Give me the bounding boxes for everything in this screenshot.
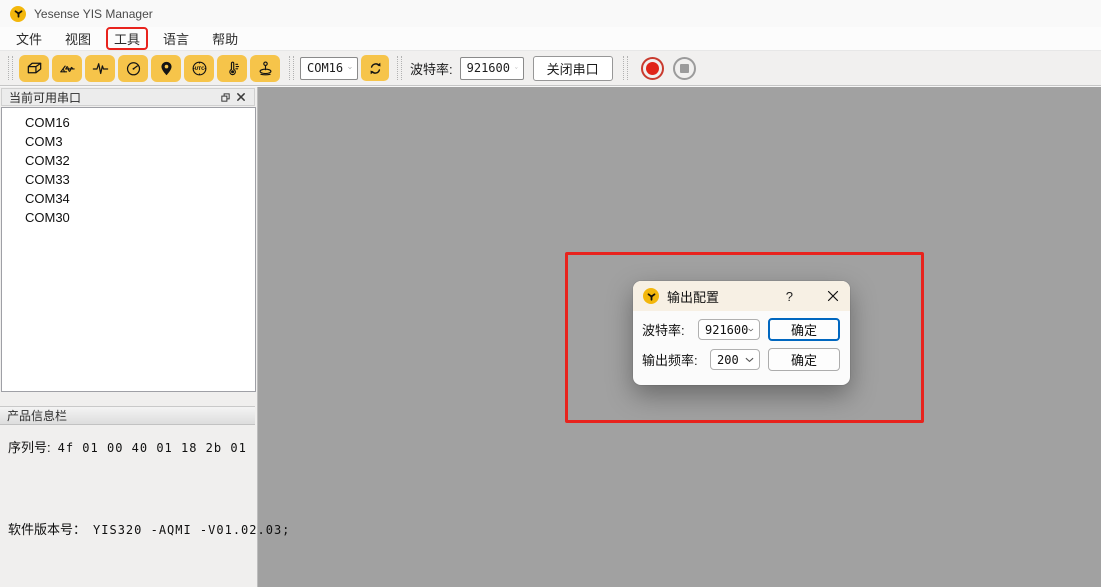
software-version-row: 软件版本号： YIS320 -AQMI -V01.02.03; <box>8 519 290 538</box>
cube-3d-button[interactable] <box>19 55 49 82</box>
serial-port-list[interactable]: COM16 COM3 COM32 COM33 COM34 COM30 <box>1 107 256 392</box>
plumb-gyro-button[interactable] <box>250 55 280 82</box>
list-item-port[interactable]: COM16 <box>2 113 255 132</box>
close-panel-button[interactable] <box>233 90 249 104</box>
refresh-icon <box>367 60 384 77</box>
serial-number-value: 4f 01 00 40 01 18 2b 01 <box>58 441 247 455</box>
dialog-titlebar: 输出配置 ? <box>633 281 850 311</box>
dialog-title: 输出配置 <box>667 287 778 306</box>
dialog-body: 波特率: 921600 确定 输出频率: 200 确定 <box>633 311 850 371</box>
record-controls <box>641 57 696 80</box>
toolbar: UTC COM16 波特率: 921600 <box>0 50 1101 86</box>
angle-wave-button[interactable] <box>52 55 82 82</box>
close-serial-port-button[interactable]: 关闭串口 <box>533 56 613 81</box>
menu-file[interactable]: 文件 <box>8 27 50 50</box>
serial-port-value: COM16 <box>307 61 343 75</box>
list-item-port[interactable]: COM33 <box>2 170 255 189</box>
list-item-port[interactable]: COM30 <box>2 208 255 227</box>
baud-rate-select[interactable]: 921600 <box>460 57 524 80</box>
dialog-close-button[interactable] <box>827 290 839 302</box>
stop-button[interactable] <box>673 57 696 80</box>
ports-panel-title: 当前可用串口 <box>9 89 217 106</box>
thermometer-button[interactable] <box>217 55 247 82</box>
svg-text:UTC: UTC <box>194 66 204 72</box>
yesense-logo-icon <box>643 288 659 304</box>
menu-bar: 文件 视图 工具 语言 帮助 <box>0 27 1101 50</box>
menu-language[interactable]: 语言 <box>155 27 197 50</box>
gauge-button[interactable] <box>118 55 148 82</box>
dialog-output-rate-value: 200 <box>717 353 739 367</box>
refresh-ports-button[interactable] <box>361 55 389 81</box>
close-icon <box>827 290 839 302</box>
toolbar-drag-handle[interactable] <box>8 56 13 80</box>
window-titlebar: Yesense YIS Manager <box>0 0 1101 27</box>
window-title: Yesense YIS Manager <box>34 7 153 21</box>
software-version-value: YIS320 -AQMI -V01.02.03; <box>93 523 290 537</box>
menu-view[interactable]: 视图 <box>57 27 99 50</box>
serial-number-row: 序列号: 4f 01 00 40 01 18 2b 01 <box>8 437 247 456</box>
utc-clock-button[interactable]: UTC <box>184 55 214 82</box>
yesense-logo-icon <box>10 6 26 22</box>
stop-icon <box>680 64 689 73</box>
confirm-output-rate-button[interactable]: 确定 <box>768 348 840 371</box>
toolbar-drag-handle[interactable] <box>623 56 628 80</box>
serial-number-label: 序列号: <box>8 437 51 456</box>
dialog-output-rate-select[interactable]: 200 <box>710 349 760 370</box>
menu-help[interactable]: 帮助 <box>204 27 246 50</box>
list-item-port[interactable]: COM34 <box>2 189 255 208</box>
software-version-label: 软件版本号： <box>8 519 86 538</box>
product-info-header: 产品信息栏 <box>0 406 255 425</box>
dialog-help-button[interactable]: ? <box>786 289 793 304</box>
output-config-dialog: 输出配置 ? 波特率: 921600 确定 输出频率: 200 确定 <box>633 281 850 385</box>
ports-panel-header: 当前可用串口 <box>1 88 255 106</box>
toolbar-drag-handle[interactable] <box>289 56 294 80</box>
menu-tools[interactable]: 工具 <box>106 27 148 50</box>
baud-rate-label: 波特率: <box>410 59 453 78</box>
close-icon <box>236 92 246 102</box>
dialog-baud-select[interactable]: 921600 <box>698 319 760 340</box>
record-button[interactable] <box>641 57 664 80</box>
baud-rate-row: 波特率: 921600 确定 <box>642 318 840 341</box>
record-icon <box>646 62 659 75</box>
confirm-baud-button[interactable]: 确定 <box>768 318 840 341</box>
chevron-down-icon <box>348 65 352 71</box>
list-item-port[interactable]: COM3 <box>2 132 255 151</box>
output-rate-row: 输出频率: 200 确定 <box>642 348 840 371</box>
toolbar-drag-handle[interactable] <box>397 56 402 80</box>
float-panel-button[interactable] <box>217 90 233 104</box>
dialog-output-rate-label: 输出频率: <box>642 350 698 369</box>
left-dock-panel: 当前可用串口 COM16 COM3 COM32 COM33 COM34 COM3… <box>0 87 258 587</box>
list-item-port[interactable]: COM32 <box>2 151 255 170</box>
serial-port-select[interactable]: COM16 <box>300 57 358 80</box>
location-pin-button[interactable] <box>151 55 181 82</box>
baud-rate-value: 921600 <box>467 61 510 75</box>
chevron-down-icon <box>515 65 518 71</box>
chevron-down-icon <box>748 327 754 333</box>
pulse-wave-button[interactable] <box>85 55 115 82</box>
product-info-title: 产品信息栏 <box>7 407 67 424</box>
dialog-baud-value: 921600 <box>705 323 748 337</box>
chevron-down-icon <box>745 357 754 363</box>
float-icon <box>220 92 231 103</box>
dialog-baud-label: 波特率: <box>642 320 685 339</box>
